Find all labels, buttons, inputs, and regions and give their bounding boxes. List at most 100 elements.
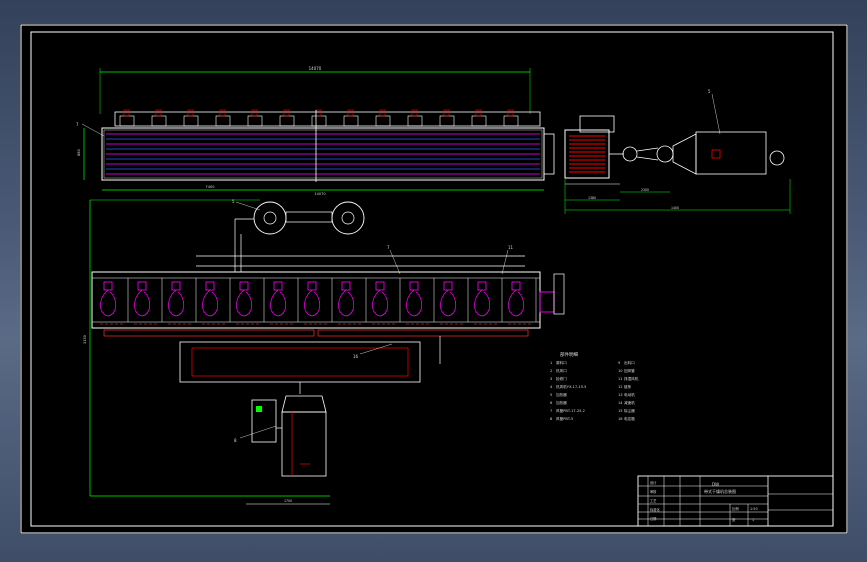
motor-icon <box>769 150 785 166</box>
part-number: 8 <box>550 417 553 421</box>
cell-air-loop <box>270 289 287 317</box>
title-row-label: 标准化 <box>650 507 660 512</box>
cell-fan-box <box>273 281 283 291</box>
part-name: 检修门 <box>556 376 567 381</box>
part-name: 加热器 <box>556 392 567 397</box>
title-sheet-value: 1 <box>752 518 754 522</box>
rail-unit <box>375 115 391 127</box>
rail-vent <box>187 109 194 117</box>
rail-vent <box>475 109 482 117</box>
leader-balloons: 5 7 11 16 8 7 <box>76 122 514 443</box>
cell-fan-box <box>511 281 521 291</box>
part-number: 16 <box>618 417 623 421</box>
cell-air-loop <box>134 289 151 317</box>
part-name: 原料口 <box>556 360 567 365</box>
rail-unit <box>183 115 199 127</box>
cad-viewport[interactable]: 14070 7400 14070 880 2300 1380 1400 5 31… <box>0 0 867 562</box>
title-row-label: 日期 <box>650 516 656 521</box>
top-sub-dim-2: 14070 <box>314 192 325 196</box>
cell-fan-box <box>239 281 249 291</box>
part-name: 风管PBT-5 <box>556 416 573 421</box>
top-elevation-view: 14070 7400 14070 880 <box>77 66 555 196</box>
fan-icon <box>622 146 638 162</box>
rail-unit <box>247 115 263 127</box>
part-name: 出料口 <box>624 360 635 365</box>
cell-air-loop <box>440 289 457 317</box>
heater-icon <box>564 129 610 179</box>
title-scale-value: 1:50 <box>750 507 758 511</box>
title-scale-label: 比例 <box>732 506 739 511</box>
inner-frame <box>30 31 834 527</box>
rail-vent <box>123 109 130 117</box>
rail-vent <box>411 109 418 117</box>
cell-fan-box <box>137 281 147 291</box>
rail-unit <box>119 115 135 127</box>
part-name: 减速机 <box>624 400 635 405</box>
part-name: 加热器 <box>556 400 567 405</box>
cell-air-loop <box>508 289 525 317</box>
part-number: 10 <box>618 369 623 373</box>
parts-list: 部件明细 1 原料口 2 热风口 3 检修门4 热风机YX-17-15.5 5 加热器6 加热器 7… <box>550 351 639 421</box>
rail-vent <box>507 109 514 117</box>
part-number: 12 <box>618 385 623 389</box>
cell-air-loop <box>474 289 491 317</box>
rail-unit <box>471 115 487 127</box>
top-overall-dim: 14070 <box>309 66 322 71</box>
side-dim-1: 2300 <box>641 188 649 192</box>
drawing-sheet: 14070 7400 14070 880 2300 1380 1400 5 31… <box>20 24 848 534</box>
title-block: DW 带式干燥机总装图 比例 1:50 张 1 设计审核工艺标准化日期 <box>637 475 834 527</box>
rail-vent <box>155 109 162 117</box>
cell-fan-box <box>477 281 487 291</box>
svg-text:7: 7 <box>76 122 79 127</box>
part-number: 13 <box>618 393 623 397</box>
title-drawing-name: 带式干燥机总装图 <box>704 488 736 494</box>
rail-vent <box>315 109 322 117</box>
part-number: 14 <box>618 401 623 405</box>
part-number: 3 <box>550 377 552 381</box>
rail-vent <box>379 109 386 117</box>
rail-unit <box>407 115 423 127</box>
cell-air-loop <box>236 289 253 317</box>
part-number: 6 <box>550 401 553 405</box>
side-dim-3: 1400 <box>671 206 679 210</box>
svg-text:8: 8 <box>234 438 237 443</box>
part-number: 15 <box>618 409 623 413</box>
title-row-label: 工艺 <box>650 498 656 503</box>
part-name: 电动机 <box>624 392 635 397</box>
front-bottom-dim: 1700 <box>284 499 292 503</box>
top-height-dim: 880 <box>77 149 81 156</box>
svg-text:5: 5 <box>708 89 711 94</box>
rail-vent <box>347 109 354 117</box>
rail-unit <box>311 115 327 127</box>
svg-text:11: 11 <box>508 245 514 250</box>
cell-air-loop <box>372 289 389 317</box>
rail-unit <box>439 115 455 127</box>
rail-vent <box>443 109 450 117</box>
cell-fan-box <box>375 281 385 291</box>
part-number: 9 <box>618 361 621 365</box>
cell-fan-box <box>307 281 317 291</box>
rail-vent <box>219 109 226 117</box>
cell-air-loop <box>406 289 423 317</box>
front-height-dim: 3150 <box>83 335 87 344</box>
rail-unit <box>215 115 231 127</box>
part-number: 4 <box>550 385 553 389</box>
part-number: 5 <box>550 393 552 397</box>
rail-unit <box>503 115 519 127</box>
part-name: 热风机YX-17-15.5 <box>556 384 586 389</box>
cell-air-loop <box>304 289 321 317</box>
rail-vent <box>283 109 290 117</box>
part-name: 热风口 <box>556 368 567 373</box>
title-project: DW <box>712 482 719 487</box>
cell-fan-box <box>409 281 419 291</box>
part-number: 7 <box>550 409 552 413</box>
part-name: 链条 <box>624 384 632 389</box>
cell-fan-box <box>341 281 351 291</box>
cell-fan-box <box>103 281 113 291</box>
cell-air-loop <box>100 289 117 317</box>
cell-air-loop <box>168 289 185 317</box>
cell-air-loop <box>338 289 355 317</box>
svg-text:16: 16 <box>353 354 359 359</box>
front-plan-view: 3150 1700 <box>83 199 565 505</box>
part-name: 排湿风机 <box>624 376 639 381</box>
